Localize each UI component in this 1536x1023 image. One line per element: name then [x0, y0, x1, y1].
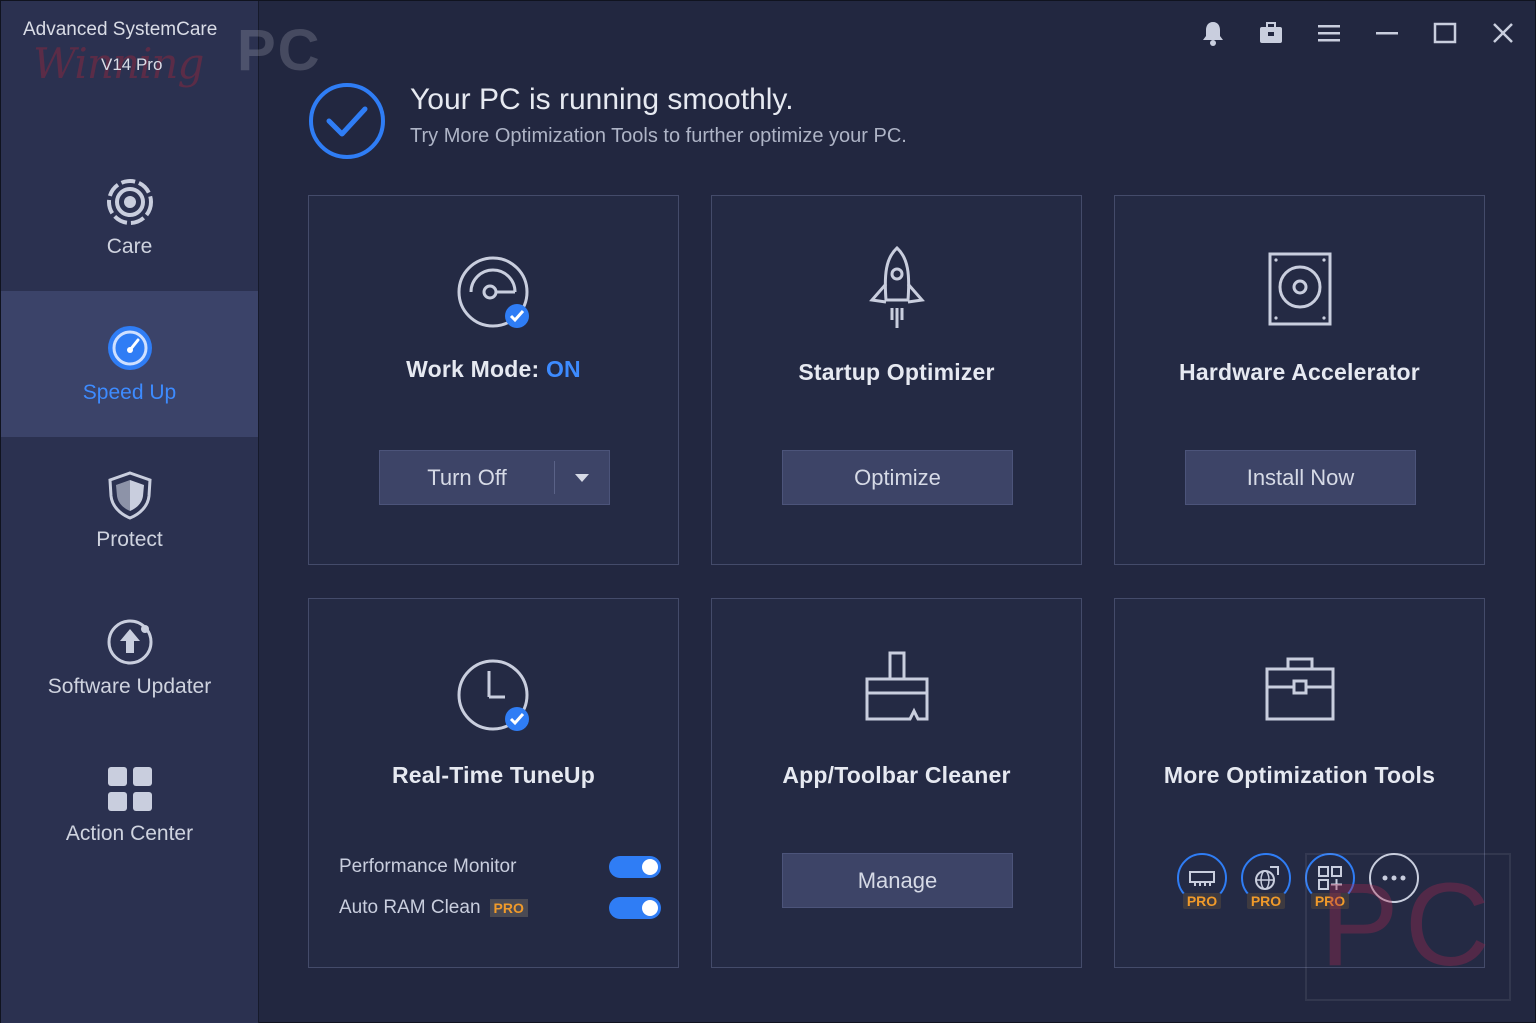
- card-real-time-tuneup: Real-Time TuneUp Performance Monitor Aut…: [308, 598, 679, 968]
- sidebar-item-speed-up[interactable]: Speed Up: [1, 291, 258, 437]
- toolbox-icon: [1265, 657, 1334, 721]
- shield-icon: [107, 471, 152, 520]
- auto-ram-clean-row: Auto RAM Clean PRO: [339, 893, 661, 923]
- performance-monitor-row: Performance Monitor: [339, 852, 661, 882]
- menu-button[interactable]: [1311, 15, 1347, 51]
- sidebar-item-label: Care: [106, 235, 153, 258]
- sidebar-item-software-updater[interactable]: Software Updater: [1, 585, 258, 731]
- sidebar-item-label: Action Center: [65, 822, 194, 845]
- pro-badge: PRO: [489, 899, 528, 917]
- watermark-pc-corner: PC: [1305, 853, 1511, 1001]
- maximize-button[interactable]: [1427, 15, 1463, 51]
- minimize-icon: [1376, 32, 1398, 35]
- hardware-accelerator-title: Hardware Accelerator: [1179, 359, 1420, 385]
- work-mode-title: Work Mode: ON: [309, 356, 678, 383]
- menu-icon: [1318, 25, 1340, 42]
- app-version: V14 Pro: [101, 55, 163, 74]
- bell-icon: [1203, 22, 1223, 46]
- rocket-icon: [868, 245, 925, 328]
- turn-off-split-button: Turn Off: [379, 450, 610, 505]
- optimize-button[interactable]: Optimize: [782, 450, 1013, 505]
- card-hardware-accelerator: Hardware Accelerator Install Now: [1114, 195, 1485, 565]
- toolbox-icon: [1260, 22, 1282, 43]
- sidebar-item-action-center[interactable]: Action Center: [1, 732, 258, 878]
- internet-booster-icon: [1255, 866, 1279, 890]
- auto-ram-clean-label: Auto RAM Clean: [339, 897, 481, 918]
- auto-ram-clean-toggle[interactable]: [609, 897, 661, 919]
- care-icon: [106, 179, 153, 225]
- sidebar-item-protect[interactable]: Protect: [1, 438, 258, 584]
- card-startup-optimizer: Startup Optimizer Optimize: [711, 195, 1082, 565]
- install-now-button[interactable]: Install Now: [1185, 450, 1416, 505]
- titlebar-controls: [1195, 15, 1521, 51]
- app-title: Advanced SystemCare: [23, 19, 218, 40]
- close-icon: [1493, 23, 1513, 43]
- notifications-button[interactable]: [1195, 15, 1231, 51]
- manage-button[interactable]: Manage: [782, 853, 1013, 908]
- work-mode-label: Work Mode:: [406, 356, 540, 382]
- chevron-down-icon: [575, 473, 589, 482]
- brand: Winning PC Advanced SystemCare V14 Pro: [23, 17, 320, 88]
- turn-off-button[interactable]: Turn Off: [380, 451, 554, 504]
- pro-badge: PRO: [1247, 893, 1285, 909]
- ram-icon: [1189, 871, 1215, 886]
- app-window: Winning PC Advanced SystemCare V14 Pro C…: [0, 0, 1536, 1023]
- status-subtitle: Try More Optimization Tools to further o…: [410, 125, 907, 147]
- brush-cleaner-icon: [865, 651, 928, 721]
- real-time-tuneup-title: Real-Time TuneUp: [392, 762, 595, 788]
- sidebar: Winning PC Advanced SystemCare V14 Pro C…: [1, 1, 320, 1023]
- startup-optimizer-title: Startup Optimizer: [798, 359, 995, 385]
- work-mode-icon: [457, 256, 529, 328]
- sidebar-item-label: Protect: [96, 528, 163, 551]
- card-work-mode: Work Mode: ON Turn Off: [308, 195, 679, 565]
- performance-monitor-label: Performance Monitor: [339, 856, 517, 877]
- ram-tool-button[interactable]: PRO: [1177, 853, 1227, 915]
- card-app-toolbar-cleaner: App/Toolbar Cleaner Manage: [711, 598, 1082, 968]
- status-check-icon: [309, 83, 385, 159]
- close-button[interactable]: [1485, 15, 1521, 51]
- maximize-icon: [1433, 22, 1457, 44]
- sidebar-item-label: Software Updater: [47, 675, 212, 698]
- upload-update-icon: [107, 619, 152, 665]
- internet-booster-tool-button[interactable]: PRO: [1241, 853, 1291, 915]
- performance-monitor-toggle[interactable]: [609, 856, 661, 878]
- toolbox-button[interactable]: [1253, 15, 1289, 51]
- minimize-button[interactable]: [1369, 15, 1405, 51]
- more-optimization-tools-title: More Optimization Tools: [1163, 762, 1436, 788]
- sidebar-item-care[interactable]: Care: [1, 145, 258, 291]
- status-title: Your PC is running smoothly.: [410, 83, 794, 116]
- pro-badge: PRO: [1183, 893, 1221, 909]
- hard-drive-icon: [1268, 252, 1331, 326]
- app-toolbar-cleaner-title: App/Toolbar Cleaner: [782, 762, 1011, 788]
- watermark-pc: PC: [237, 18, 322, 83]
- grid-icon: [107, 767, 152, 811]
- work-mode-dropdown-button[interactable]: [555, 451, 609, 504]
- sidebar-item-label: Speed Up: [82, 381, 177, 404]
- work-mode-state: ON: [545, 356, 581, 382]
- clock-icon: [457, 659, 529, 731]
- speedometer-icon: [107, 326, 152, 370]
